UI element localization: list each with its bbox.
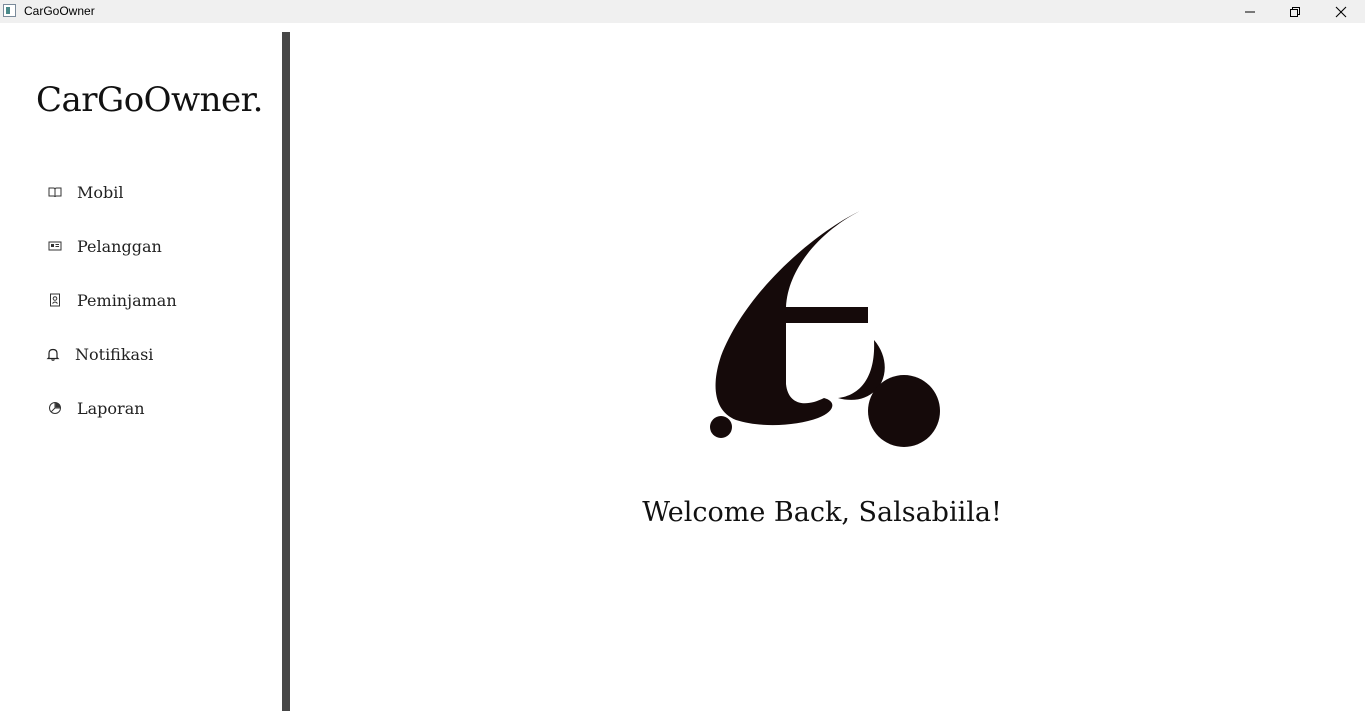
book-open-icon (44, 181, 66, 203)
sidebar-divider (282, 32, 290, 711)
restore-button[interactable] (1272, 0, 1318, 23)
sidebar-item-label: Pelanggan (77, 236, 162, 256)
cargo-logo-icon (710, 209, 940, 447)
sidebar-item-label: Mobil (77, 182, 124, 202)
minimize-button[interactable] (1227, 0, 1273, 23)
id-card-icon (44, 235, 66, 257)
sidebar-item-label: Peminjaman (77, 290, 177, 310)
sidebar (0, 23, 282, 717)
app-icon (3, 4, 16, 17)
sidebar-item-label: Laporan (77, 398, 145, 418)
sidebar-item-notifikasi[interactable]: Notifikasi (42, 339, 153, 369)
sidebar-item-peminjaman[interactable]: Peminjaman (44, 285, 177, 315)
welcome-message: Welcome Back, Salsabiila! (642, 497, 1002, 528)
badge-person-icon (44, 289, 66, 311)
window-title: CarGoOwner (24, 4, 95, 18)
window-titlebar: CarGoOwner (0, 0, 1365, 23)
restore-icon (1290, 6, 1300, 17)
minimize-icon (1245, 11, 1255, 12)
sidebar-item-laporan[interactable]: Laporan (44, 393, 145, 423)
close-icon (1335, 6, 1347, 17)
close-button[interactable] (1318, 0, 1364, 23)
sidebar-item-mobil[interactable]: Mobil (44, 177, 124, 207)
sidebar-item-pelanggan[interactable]: Pelanggan (44, 231, 162, 261)
pie-chart-icon (44, 397, 66, 419)
brand-title: CarGoOwner. (36, 80, 264, 120)
bell-icon (42, 343, 64, 365)
sidebar-item-label: Notifikasi (75, 344, 154, 364)
